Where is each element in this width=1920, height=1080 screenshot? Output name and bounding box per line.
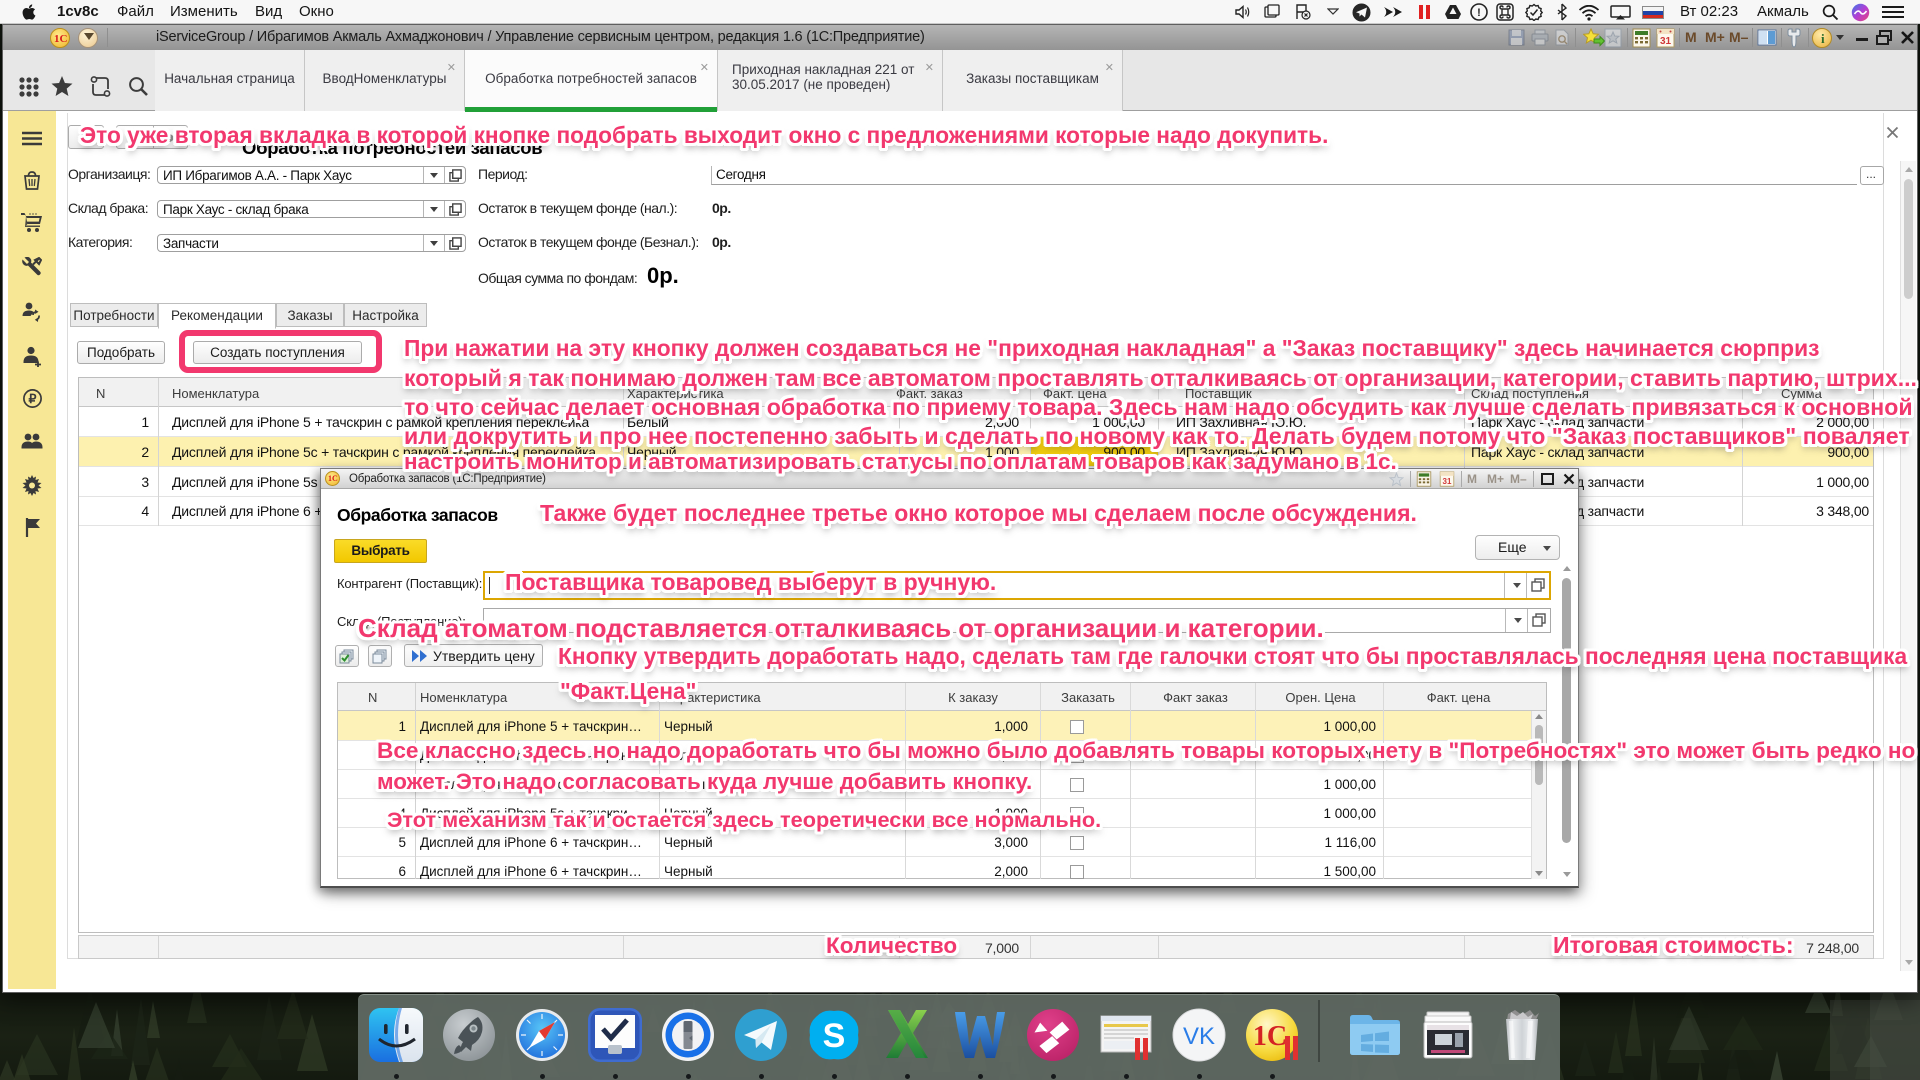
svg-text:!: ! (1477, 7, 1481, 19)
svg-text:S: S (823, 1017, 846, 1055)
svg-text:VK: VK (1183, 1023, 1215, 1050)
svg-text:1С: 1С (1253, 1021, 1287, 1052)
svg-text:31: 31 (1660, 36, 1672, 47)
svg-text:31: 31 (1443, 477, 1452, 486)
svg-text:₽: ₽ (29, 392, 38, 406)
